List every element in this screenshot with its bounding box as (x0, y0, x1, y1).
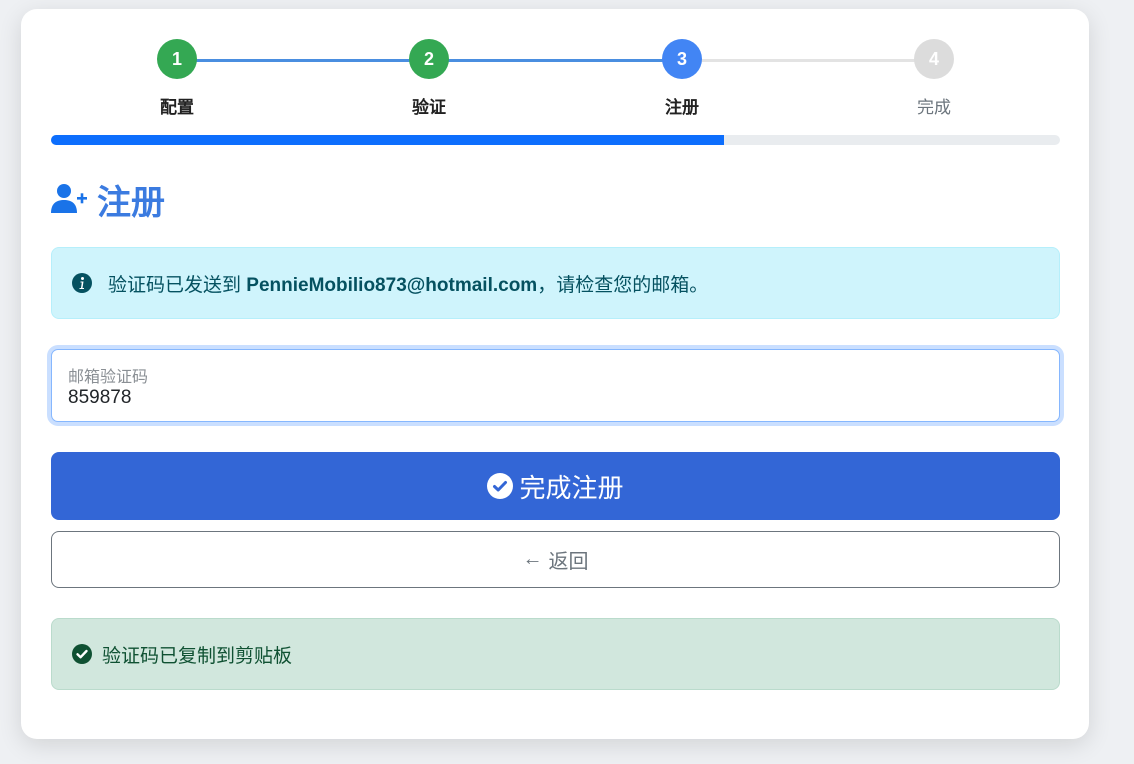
info-alert: 验证码已发送到 PennieMobilio873@hotmail.com，请检查… (51, 247, 1060, 319)
success-alert: 验证码已复制到剪贴板 (51, 618, 1060, 690)
step-3-label: 注册 (665, 98, 699, 117)
verification-code-label: 邮箱验证码 (68, 369, 149, 386)
step-4: 4 完成 (874, 39, 994, 118)
step-1-label: 配置 (160, 98, 194, 117)
info-circle-icon (72, 273, 92, 293)
step-1-circle: 1 (157, 39, 197, 79)
info-alert-text: 验证码已发送到 PennieMobilio873@hotmail.com，请检查… (108, 270, 708, 297)
registration-card: 1 配置 2 验证 3 注册 4 完成 注册 验证码已发送到 PennieMob… (21, 9, 1089, 739)
progress-bar (51, 135, 1060, 145)
step-1: 1 配置 (117, 39, 237, 118)
complete-registration-label: 完成注册 (519, 472, 624, 503)
check-circle-icon (72, 644, 92, 664)
step-4-circle: 4 (914, 39, 954, 79)
page-title: 注册 (51, 177, 165, 222)
check-circle-icon (487, 473, 514, 499)
arrow-left-icon: ← (522, 548, 543, 570)
success-alert-text: 验证码已复制到剪贴板 (102, 645, 293, 667)
info-alert-suffix: ，请检查您的邮箱。 (537, 274, 709, 296)
stepper: 1 配置 2 验证 3 注册 4 完成 (21, 9, 1089, 129)
step-2-label: 验证 (412, 98, 446, 117)
complete-registration-button[interactable]: 完成注册 (51, 452, 1060, 520)
verification-code-field[interactable]: 邮箱验证码 (51, 349, 1060, 422)
back-button-label: 返回 (548, 551, 589, 573)
verification-code-input[interactable] (68, 387, 968, 409)
info-alert-email: PennieMobilio873@hotmail.com (246, 274, 538, 296)
step-2: 2 验证 (369, 39, 489, 118)
step-3: 3 注册 (622, 39, 742, 118)
progress-bar-fill (51, 135, 724, 145)
user-plus-icon (51, 184, 87, 213)
step-4-label: 完成 (917, 98, 951, 117)
info-alert-prefix: 验证码已发送到 (108, 274, 247, 296)
page-title-text: 注册 (97, 183, 165, 222)
back-button[interactable]: ← 返回 (51, 531, 1060, 588)
step-3-circle: 3 (662, 39, 702, 79)
step-2-circle: 2 (409, 39, 449, 79)
